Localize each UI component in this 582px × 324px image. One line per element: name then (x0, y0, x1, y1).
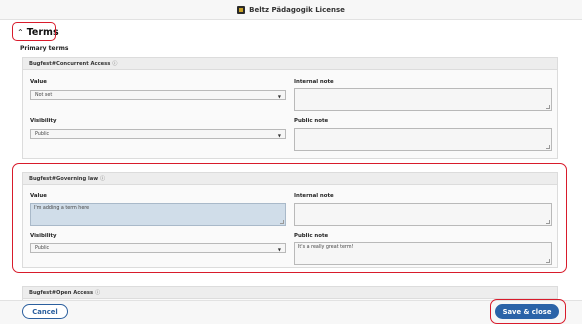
internal-note-label: Internal note (294, 79, 334, 85)
value-select[interactable]: Not set ▼ (30, 90, 286, 100)
primary-terms-heading: Primary terms (20, 45, 69, 52)
visibility-select-current: Public (35, 131, 50, 137)
window-title: Beltz Pädagogik License (249, 5, 345, 14)
chevron-down-icon: ▼ (277, 94, 281, 99)
info-icon[interactable]: ⓘ (112, 60, 117, 67)
internal-note-field[interactable] (294, 88, 552, 111)
public-note-field[interactable] (294, 128, 552, 151)
term-card-open-access: Bugfest#Open Access ⓘ (22, 286, 558, 300)
resize-handle-icon[interactable] (546, 105, 550, 109)
chevron-down-icon: ▼ (277, 133, 281, 138)
save-highlight-annotation (490, 299, 566, 324)
term-card-header: Bugfest#Open Access ⓘ (23, 287, 557, 299)
value-select-current: Not set (35, 92, 53, 98)
terms-highlight-annotation (12, 22, 56, 41)
visibility-select[interactable]: Public ▼ (30, 129, 286, 139)
value-label: Value (30, 79, 47, 85)
visibility-label: Visibility (30, 118, 57, 124)
license-app-icon (237, 5, 246, 14)
term-name: Bugfest#Concurrent Access (29, 60, 111, 67)
term-card-header: Bugfest#Concurrent Access ⓘ (23, 58, 557, 70)
info-icon[interactable]: ⓘ (95, 289, 100, 296)
resize-handle-icon[interactable] (546, 145, 550, 149)
term-name: Bugfest#Open Access (29, 289, 94, 296)
cancel-button[interactable]: Cancel (22, 304, 68, 319)
window-title-bar: Beltz Pädagogik License (0, 0, 582, 20)
governing-law-highlight-annotation (12, 163, 567, 273)
public-note-label: Public note (294, 118, 329, 124)
